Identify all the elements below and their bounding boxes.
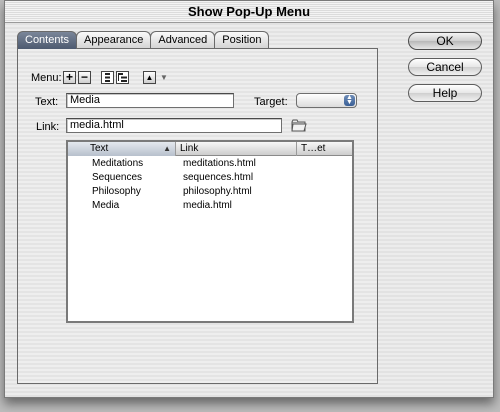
text-input[interactable]: Media: [66, 93, 234, 108]
remove-item-button[interactable]: −: [78, 71, 91, 84]
tab-appearance[interactable]: Appearance: [76, 31, 152, 49]
link-label: Link:: [36, 121, 60, 133]
tab-advanced[interactable]: Advanced: [150, 31, 216, 49]
move-up-button[interactable]: ▲: [143, 71, 156, 84]
menu-items-table[interactable]: Text ▲ Link T…et Meditations meditations…: [66, 140, 354, 323]
window-title: Show Pop-Up Menu: [5, 1, 493, 23]
column-header-link[interactable]: Link: [176, 142, 297, 156]
sort-ascending-icon: ▲: [163, 144, 171, 153]
window-background: Show Pop-Up Menu Contents Appearance Adv…: [0, 0, 500, 412]
table-row[interactable]: Sequences sequences.html: [68, 171, 352, 185]
indent-icon: [105, 73, 110, 82]
target-select[interactable]: ▲ ▼: [296, 93, 357, 108]
folder-icon: [291, 119, 307, 132]
outdent-icon: [118, 73, 127, 82]
help-button[interactable]: Help: [408, 84, 482, 102]
dialog-window: Show Pop-Up Menu Contents Appearance Adv…: [4, 0, 494, 398]
link-input[interactable]: media.html: [66, 118, 282, 133]
table-row[interactable]: Meditations meditations.html: [68, 157, 352, 171]
table-row[interactable]: Philosophy philosophy.html: [68, 185, 352, 199]
ok-button[interactable]: OK: [408, 32, 482, 50]
cancel-button[interactable]: Cancel: [408, 58, 482, 76]
move-down-button[interactable]: ▼: [160, 71, 168, 85]
indent-button[interactable]: [101, 71, 114, 84]
text-label: Text:: [35, 96, 59, 108]
menu-label: Menu:: [31, 72, 62, 84]
tab-contents[interactable]: Contents: [17, 31, 78, 49]
outdent-button[interactable]: [116, 71, 129, 84]
table-header: Text ▲ Link T…et: [68, 142, 352, 156]
browse-folder-button[interactable]: [291, 119, 307, 132]
column-header-target[interactable]: T…et: [297, 142, 352, 156]
add-item-button[interactable]: +: [63, 71, 76, 84]
table-row[interactable]: Media media.html: [68, 199, 352, 213]
popup-arrows-icon: ▲ ▼: [344, 94, 355, 106]
column-header-text[interactable]: Text ▲: [68, 142, 176, 156]
contents-panel: Menu: + − ▲ ▼ Text: Media Target: ▲ ▼ Li…: [17, 48, 378, 384]
tab-bar: Contents Appearance Advanced Position: [17, 31, 270, 49]
target-label: Target:: [254, 96, 288, 108]
tab-position[interactable]: Position: [214, 31, 270, 49]
